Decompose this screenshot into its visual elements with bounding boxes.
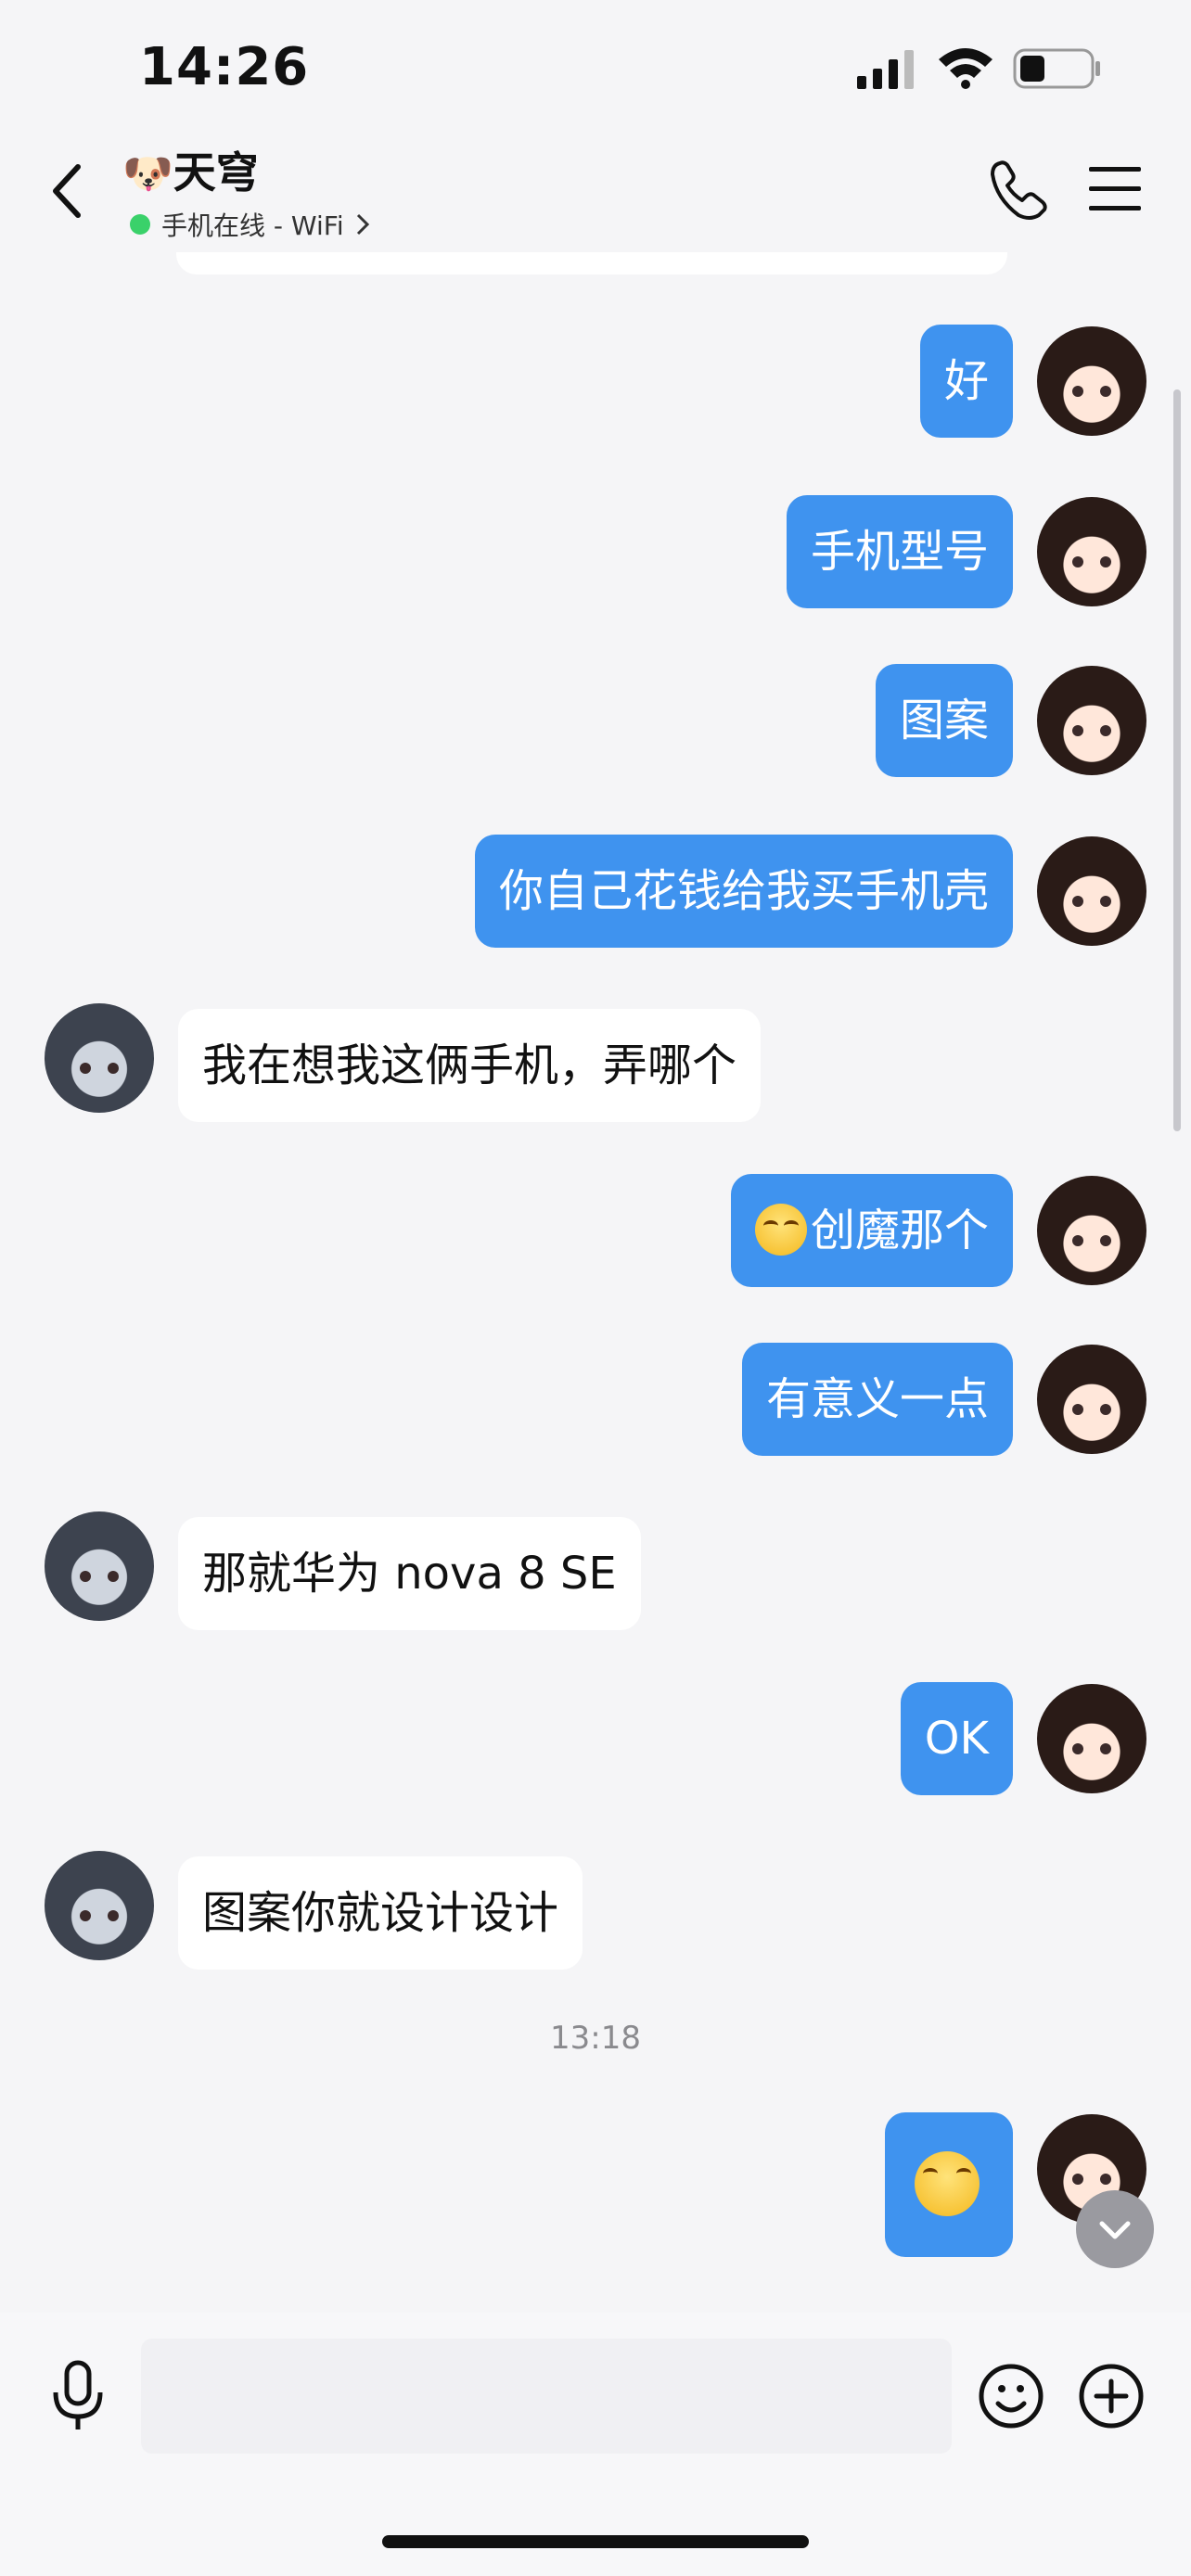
dog-emoji-icon: 🐶 [122, 150, 173, 198]
online-status-text: 手机在线 - WiFi [161, 210, 344, 241]
message-bubble-received[interactable]: 我在想我这俩手机，弄哪个 [178, 1009, 762, 1122]
contact-avatar[interactable] [45, 1511, 154, 1621]
my-avatar[interactable] [1037, 497, 1146, 606]
message-text: 创魔那个 [810, 1205, 989, 1256]
message-bubble-received[interactable]: 那就华为 nova 8 SE [178, 1517, 641, 1630]
phone-call-icon[interactable] [987, 158, 1052, 223]
cellular-signal-icon [857, 50, 914, 89]
my-avatar[interactable] [1037, 1176, 1146, 1285]
my-avatar[interactable] [1037, 1684, 1146, 1793]
smirk-emoji-icon [754, 1204, 807, 1256]
message-bubble-sent[interactable]: 图案 [875, 664, 1013, 777]
emoji-icon[interactable] [978, 2363, 1044, 2429]
contact-avatar[interactable] [45, 1851, 154, 1960]
message-timestamp: 13:18 [550, 2020, 641, 2057]
message-bubble-sent[interactable]: 手机型号 [786, 495, 1013, 608]
chevron-right-icon [356, 213, 369, 236]
message-bubble-partial [176, 252, 1007, 274]
my-avatar[interactable] [1037, 1345, 1146, 1454]
online-status[interactable]: 手机在线 - WiFi [130, 206, 370, 243]
add-icon[interactable] [1078, 2363, 1145, 2429]
message-bubble-sent[interactable]: OK [900, 1682, 1013, 1795]
contact-name: 天穹 [173, 147, 259, 198]
chevron-down-icon [1099, 2221, 1131, 2239]
message-bubble-sent[interactable]: 好 [919, 325, 1013, 438]
menu-icon[interactable] [1085, 163, 1145, 215]
scroll-to-bottom-button[interactable] [1076, 2190, 1154, 2268]
smirk-emoji-icon [915, 2151, 980, 2216]
wifi-icon [939, 48, 992, 89]
status-time: 14:26 [139, 37, 310, 97]
message-bubble-received[interactable]: 图案你就设计设计 [178, 1856, 583, 1970]
battery-icon [1013, 48, 1100, 89]
message-bubble-sent[interactable]: 有意义一点 [741, 1343, 1013, 1456]
my-avatar[interactable] [1037, 326, 1146, 436]
home-indicator[interactable] [382, 2535, 809, 2548]
my-avatar[interactable] [1037, 836, 1146, 946]
message-input[interactable] [141, 2339, 952, 2454]
message-bubble-sent[interactable] [885, 2112, 1013, 2257]
message-bubble-sent[interactable]: 你自己花钱给我买手机壳 [474, 835, 1013, 948]
online-dot-icon [130, 214, 150, 235]
microphone-icon[interactable] [48, 2359, 108, 2433]
chat-title[interactable]: 🐶天穹 [122, 139, 259, 200]
my-avatar[interactable] [1037, 666, 1146, 775]
back-icon[interactable] [48, 163, 85, 219]
message-list[interactable]: 好 手机型号 图案 你自己花钱给我买手机壳 我在想我这俩手机，弄哪个 创魔那个 … [0, 252, 1191, 2313]
contact-avatar[interactable] [45, 1003, 154, 1113]
message-bubble-sent[interactable]: 创魔那个 [730, 1174, 1013, 1287]
scrollbar[interactable] [1173, 389, 1181, 1131]
